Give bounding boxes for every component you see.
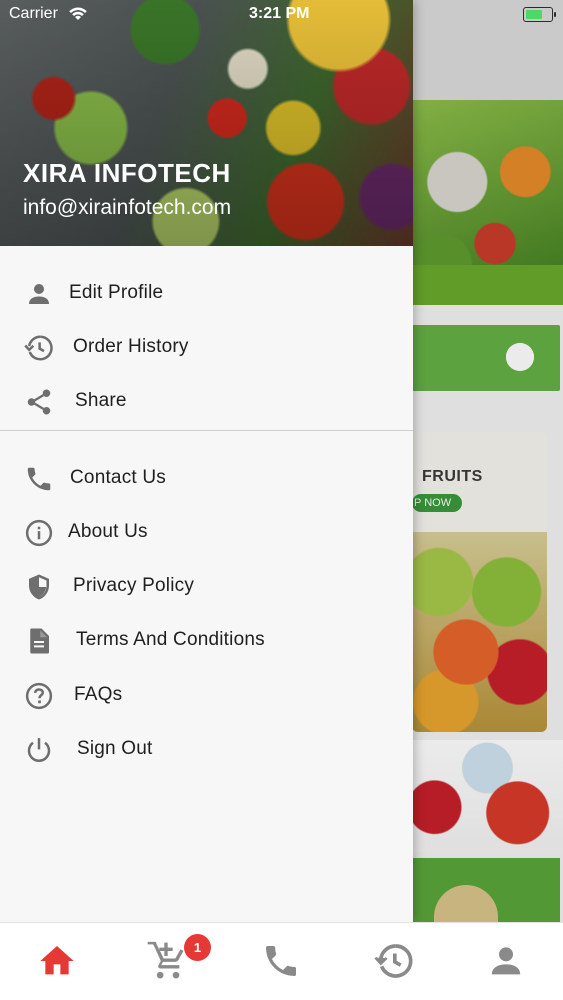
menu-label: Edit Profile (69, 282, 164, 303)
home-icon (40, 946, 74, 975)
menu-label: Share (75, 390, 127, 411)
menu-item-terms[interactable]: Terms And Conditions (0, 614, 413, 668)
document-icon (30, 628, 49, 654)
phone-icon (27, 467, 51, 491)
clock: 3:21 PM (249, 5, 310, 22)
drawer-header-image: XIRA INFOTECH info@xirainfotech.com (0, 0, 413, 246)
person-icon (29, 284, 49, 304)
menu-item-faqs[interactable]: FAQs (0, 669, 413, 723)
battery-icon (523, 7, 556, 22)
cart-add-icon (147, 941, 184, 979)
share-icon (27, 389, 51, 415)
menu-item-order-history[interactable]: Order History (0, 321, 413, 375)
menu-item-edit-profile[interactable]: Edit Profile (0, 267, 413, 321)
menu-label: Sign Out (77, 738, 153, 759)
user-name: XIRA INFOTECH (23, 158, 231, 188)
menu-label: FAQs (74, 684, 123, 705)
carrier-label: Carrier (9, 5, 58, 22)
status-bar: Carrier 3:21 PM (0, 0, 563, 30)
cart-count-badge: 1 (184, 934, 211, 961)
menu-label: Contact Us (70, 467, 166, 488)
navigation-drawer: XIRA INFOTECH info@xirainfotech.com Edit… (0, 0, 413, 922)
menu-item-about-us[interactable]: About Us (0, 506, 413, 560)
info-icon (25, 519, 53, 547)
menu-label: Order History (73, 336, 189, 357)
user-email: info@xirainfotech.com (23, 196, 232, 219)
menu-divider (0, 430, 413, 431)
history-icon (24, 335, 53, 361)
history-icon (374, 944, 413, 978)
shield-icon (29, 574, 49, 600)
menu-label: About Us (68, 521, 148, 542)
menu-item-sign-out[interactable]: Sign Out (0, 723, 413, 777)
help-icon (25, 682, 53, 710)
menu-item-share[interactable]: Share (0, 375, 413, 429)
nav-contact[interactable] (261, 941, 301, 981)
menu-item-privacy-policy[interactable]: Privacy Policy (0, 560, 413, 614)
nav-home[interactable] (37, 941, 77, 981)
wifi-icon (69, 7, 87, 20)
person-icon (491, 947, 521, 975)
nav-profile[interactable] (486, 941, 526, 981)
battery-level (525, 9, 542, 19)
menu-label: Privacy Policy (73, 575, 195, 596)
nav-order-history[interactable] (374, 941, 414, 981)
menu-item-contact-us[interactable]: Contact Us (0, 452, 413, 506)
phone-icon (266, 946, 296, 976)
bottom-navigation: 1 (0, 922, 563, 1000)
nav-cart[interactable] (146, 941, 186, 981)
menu-label: Terms And Conditions (76, 629, 265, 650)
power-icon (27, 738, 51, 762)
